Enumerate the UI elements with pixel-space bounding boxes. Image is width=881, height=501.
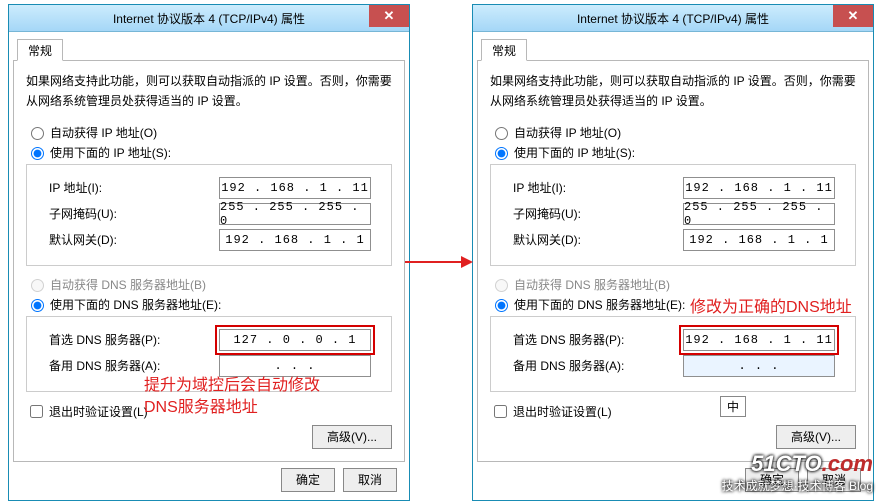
- tab-general[interactable]: 常规: [17, 39, 63, 61]
- label-mask: 子网掩码(U):: [513, 205, 683, 222]
- label-gateway: 默认网关(D):: [513, 231, 683, 248]
- tcpip-properties-dialog-after: Internet 协议版本 4 (TCP/IPv4) 属性 ✕ 常规 如果网络支…: [472, 4, 874, 501]
- description-text: 如果网络支持此功能，则可以获取自动指派的 IP 设置。否则，你需要从网络系统管理…: [26, 71, 392, 112]
- cancel-button[interactable]: 取消: [343, 468, 397, 492]
- tab-general[interactable]: 常规: [481, 39, 527, 61]
- radio-manual-dns[interactable]: 使用下面的 DNS 服务器地址(E):: [490, 296, 856, 313]
- label-gateway: 默认网关(D):: [49, 231, 219, 248]
- label-dns1: 首选 DNS 服务器(P):: [513, 331, 683, 348]
- subnet-mask-input[interactable]: 255 . 255 . 255 . 0: [683, 203, 835, 225]
- radio-auto-ip[interactable]: 自动获得 IP 地址(O): [26, 124, 392, 141]
- label-mask: 子网掩码(U):: [49, 205, 219, 222]
- ip-address-input[interactable]: 192 . 168 . 1 . 11: [219, 177, 371, 199]
- label-dns2: 备用 DNS 服务器(A):: [513, 357, 683, 374]
- close-icon[interactable]: ✕: [833, 5, 873, 27]
- window-title: Internet 协议版本 4 (TCP/IPv4) 属性: [9, 10, 409, 27]
- gateway-input[interactable]: 192 . 168 . 1 . 1: [683, 229, 835, 251]
- radio-manual-ip[interactable]: 使用下面的 IP 地址(S):: [26, 144, 392, 161]
- validate-checkbox[interactable]: 退出时验证设置(L): [26, 402, 392, 421]
- ip-group: IP 地址(I):192 . 168 . 1 . 11 子网掩码(U):255 …: [26, 164, 392, 266]
- window-title: Internet 协议版本 4 (TCP/IPv4) 属性: [473, 10, 873, 27]
- ip-address-input[interactable]: 192 . 168 . 1 . 11: [683, 177, 835, 199]
- close-icon[interactable]: ✕: [369, 5, 409, 27]
- titlebar[interactable]: Internet 协议版本 4 (TCP/IPv4) 属性 ✕: [473, 5, 873, 32]
- radio-manual-dns[interactable]: 使用下面的 DNS 服务器地址(E):: [26, 296, 392, 313]
- tab-strip: 常规: [13, 36, 405, 61]
- preferred-dns-input[interactable]: 127 . 0 . 0 . 1: [219, 329, 371, 351]
- ok-button[interactable]: 确定: [281, 468, 335, 492]
- ime-indicator: 中: [720, 396, 746, 417]
- radio-auto-dns: 自动获得 DNS 服务器地址(B): [490, 276, 856, 293]
- arrow-icon: [405, 261, 471, 263]
- advanced-button[interactable]: 高级(V)...: [776, 425, 856, 449]
- subnet-mask-input[interactable]: 255 . 255 . 255 . 0: [219, 203, 371, 225]
- tab-strip: 常规: [477, 36, 869, 61]
- description-text: 如果网络支持此功能，则可以获取自动指派的 IP 设置。否则，你需要从网络系统管理…: [490, 71, 856, 112]
- radio-manual-ip[interactable]: 使用下面的 IP 地址(S):: [490, 144, 856, 161]
- label-ip: IP 地址(I):: [513, 179, 683, 196]
- dns-group: 首选 DNS 服务器(P):192 . 168 . 1 . 11 备用 DNS …: [490, 316, 856, 392]
- label-dns1: 首选 DNS 服务器(P):: [49, 331, 219, 348]
- ok-button[interactable]: 确定: [745, 468, 799, 492]
- label-dns2: 备用 DNS 服务器(A):: [49, 357, 219, 374]
- gateway-input[interactable]: 192 . 168 . 1 . 1: [219, 229, 371, 251]
- radio-auto-ip[interactable]: 自动获得 IP 地址(O): [490, 124, 856, 141]
- tcpip-properties-dialog-before: Internet 协议版本 4 (TCP/IPv4) 属性 ✕ 常规 如果网络支…: [8, 4, 410, 501]
- advanced-button[interactable]: 高级(V)...: [312, 425, 392, 449]
- alternate-dns-input[interactable]: . . .: [683, 355, 835, 377]
- alternate-dns-input[interactable]: . . .: [219, 355, 371, 377]
- label-ip: IP 地址(I):: [49, 179, 219, 196]
- cancel-button[interactable]: 取消: [807, 468, 861, 492]
- validate-checkbox[interactable]: 退出时验证设置(L): [490, 402, 856, 421]
- titlebar[interactable]: Internet 协议版本 4 (TCP/IPv4) 属性 ✕: [9, 5, 409, 32]
- radio-auto-dns: 自动获得 DNS 服务器地址(B): [26, 276, 392, 293]
- preferred-dns-input[interactable]: 192 . 168 . 1 . 11: [683, 329, 835, 351]
- dns-group: 首选 DNS 服务器(P):127 . 0 . 0 . 1 备用 DNS 服务器…: [26, 316, 392, 392]
- ip-group: IP 地址(I):192 . 168 . 1 . 11 子网掩码(U):255 …: [490, 164, 856, 266]
